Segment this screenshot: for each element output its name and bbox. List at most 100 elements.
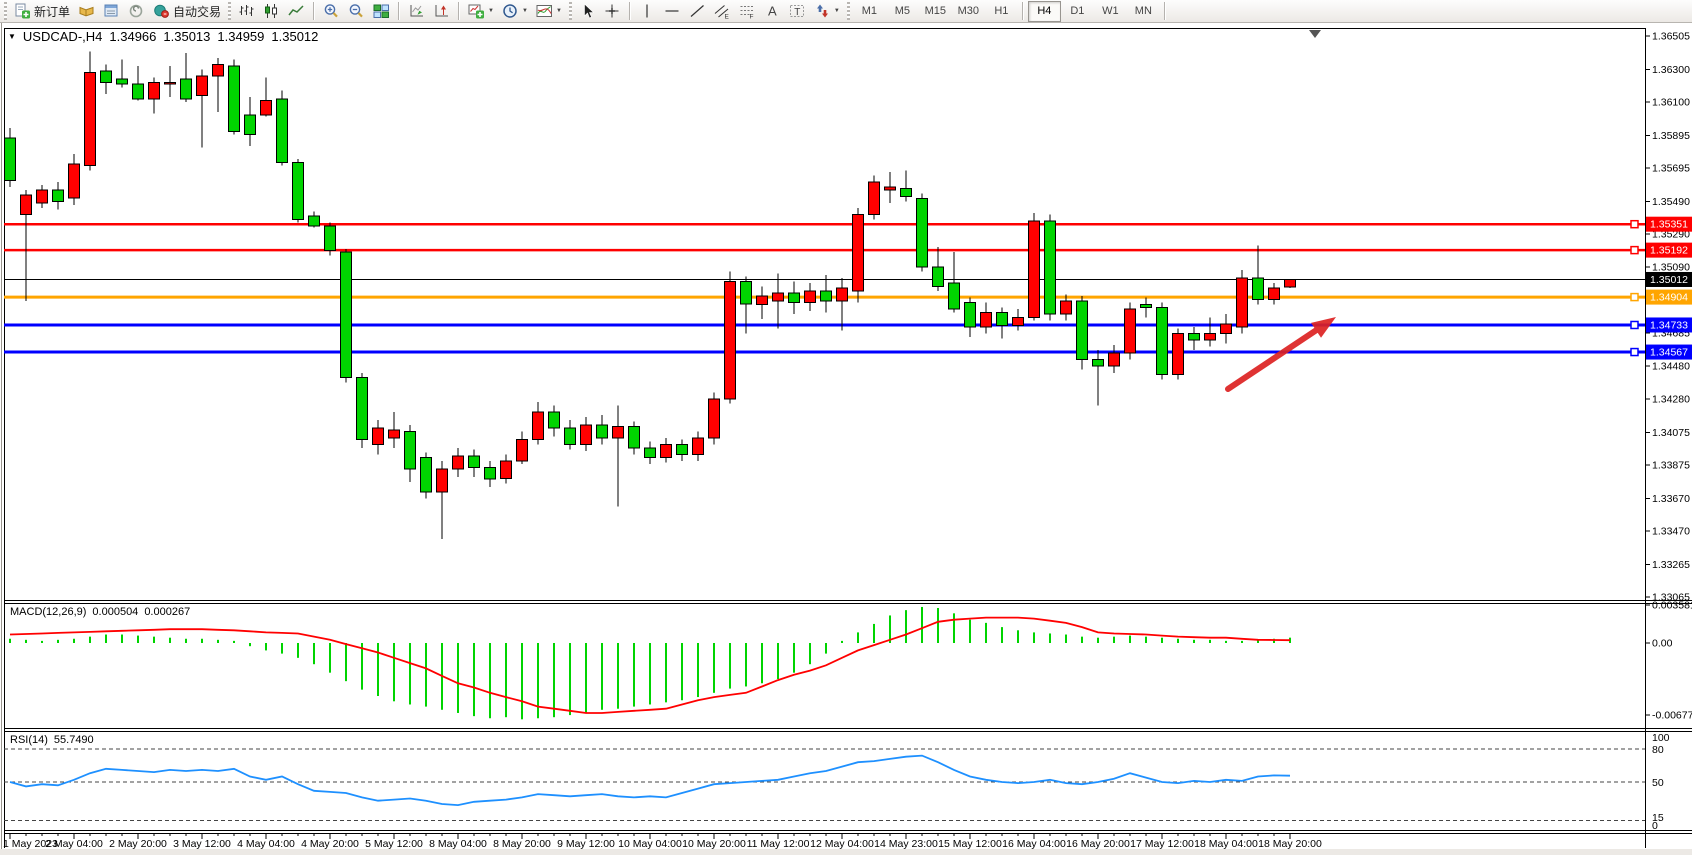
rsi-value: 55.7490 <box>54 734 94 746</box>
autotrading-icon <box>153 3 170 19</box>
cursor-icon <box>579 3 596 19</box>
cursor-button[interactable] <box>575 1 600 22</box>
zoom-in-icon <box>323 3 340 19</box>
toolbar-grip[interactable] <box>228 2 231 20</box>
text-button[interactable]: A <box>760 1 785 22</box>
timeframe-button-mn[interactable]: MN <box>1127 1 1160 22</box>
fibonacci-button[interactable]: F <box>735 1 760 22</box>
svg-text:4 May 04:00: 4 May 04:00 <box>237 838 295 850</box>
svg-text:11 May 12:00: 11 May 12:00 <box>747 838 810 850</box>
new-order-icon <box>14 3 31 19</box>
hline-handle[interactable] <box>1631 247 1638 254</box>
svg-text:0.00: 0.00 <box>1652 638 1673 650</box>
periods-button[interactable]: ▼ <box>498 1 532 22</box>
svg-text:10 May 20:00: 10 May 20:00 <box>682 838 746 850</box>
timeframe-button-m15[interactable]: M15 <box>919 1 952 22</box>
equidistant-channel-button[interactable]: E <box>710 1 735 22</box>
new-order-button[interactable]: 新订单 <box>10 1 74 22</box>
crosshair-icon <box>604 3 621 19</box>
svg-text:T: T <box>794 7 800 18</box>
svg-text:8 May 20:00: 8 May 20:00 <box>493 838 551 850</box>
indicators-icon <box>536 3 553 19</box>
timeframe-button-w1[interactable]: W1 <box>1094 1 1127 22</box>
indicators-button[interactable]: ▼ <box>532 1 566 22</box>
line-chart-button[interactable] <box>284 1 309 22</box>
svg-text:14 May 23:00: 14 May 23:00 <box>874 838 938 850</box>
hline-icon <box>664 3 681 19</box>
bar-chart-button[interactable] <box>234 1 259 22</box>
data-window-button[interactable] <box>99 1 124 22</box>
new-chart-icon <box>468 3 485 19</box>
hline-handle[interactable] <box>1631 294 1638 301</box>
toolbar-separator <box>1164 2 1166 20</box>
ohlc-close: 1.35012 <box>271 29 318 44</box>
crosshair-button[interactable] <box>600 1 625 22</box>
svg-text:E: E <box>724 14 729 20</box>
svg-text:3 May 12:00: 3 May 12:00 <box>173 838 231 850</box>
text-label-button[interactable]: T <box>785 1 810 22</box>
chart-shift-button[interactable] <box>429 1 454 22</box>
chevron-down-icon[interactable]: ▼ <box>556 8 562 14</box>
candlestick-icon <box>263 3 280 19</box>
rsi-name: RSI(14) <box>10 734 48 746</box>
macd-value-main: 0.000504 <box>92 606 138 618</box>
timeframe-button-d1[interactable]: D1 <box>1061 1 1094 22</box>
text-label-icon: T <box>789 3 806 19</box>
new-chart-button[interactable]: ▼ <box>464 1 498 22</box>
autotrading-button[interactable]: 自动交易 <box>149 1 225 22</box>
toolbar-grip[interactable] <box>4 2 7 20</box>
arrows-button[interactable]: ▼ <box>810 1 844 22</box>
svg-text:-0.006775: -0.006775 <box>1652 709 1692 721</box>
timeframe-button-m5[interactable]: M5 <box>886 1 919 22</box>
svg-text:1.34567: 1.34567 <box>1650 347 1688 359</box>
vertical-line-button[interactable] <box>635 1 660 22</box>
zoom-in-button[interactable] <box>319 1 344 22</box>
hline-handle[interactable] <box>1631 221 1638 228</box>
chevron-down-icon[interactable]: ▼ <box>488 8 494 14</box>
trendline-button[interactable] <box>685 1 710 22</box>
macd-name: MACD(12,26,9) <box>10 606 86 618</box>
svg-text:1.34904: 1.34904 <box>1650 292 1688 304</box>
svg-text:1.35192: 1.35192 <box>1650 245 1688 257</box>
toolbar-separator <box>629 2 631 20</box>
ohlc-low: 1.34959 <box>217 29 264 44</box>
svg-text:1.35695: 1.35695 <box>1652 163 1690 175</box>
svg-text:12 May 04:00: 12 May 04:00 <box>810 838 874 850</box>
svg-text:18 May 20:00: 18 May 20:00 <box>1258 838 1322 850</box>
svg-text:1.33875: 1.33875 <box>1652 459 1690 471</box>
auto-scroll-icon <box>408 3 425 19</box>
autotrading-button-label: 自动交易 <box>173 3 221 20</box>
hline-handle[interactable] <box>1631 349 1638 356</box>
chevron-down-icon[interactable]: ▼ <box>522 8 528 14</box>
chevron-down-icon[interactable]: ▼ <box>834 8 840 14</box>
timeframe-button-h4[interactable]: H4 <box>1028 1 1061 22</box>
horizontal-line-button[interactable] <box>660 1 685 22</box>
svg-text:1.34280: 1.34280 <box>1652 393 1690 405</box>
navigator-button[interactable] <box>124 1 149 22</box>
svg-text:1.34075: 1.34075 <box>1652 427 1690 439</box>
timeframe-button-m30[interactable]: M30 <box>952 1 985 22</box>
vline-icon <box>639 3 656 19</box>
toolbar-separator <box>398 2 400 20</box>
toolbar-grip[interactable] <box>569 2 572 20</box>
svg-text:A: A <box>768 4 777 19</box>
svg-text:2 May 20:00: 2 May 20:00 <box>109 838 167 850</box>
tile-windows-button[interactable] <box>369 1 394 22</box>
svg-text:F: F <box>749 14 753 20</box>
data-window-icon <box>103 3 120 19</box>
bar-chart-icon <box>238 3 255 19</box>
one-click-trading-icon[interactable]: ▼ <box>8 32 16 41</box>
svg-text:1.36505: 1.36505 <box>1652 31 1690 43</box>
svg-text:1.36100: 1.36100 <box>1652 97 1690 109</box>
timeframe-button-m1[interactable]: M1 <box>853 1 886 22</box>
market-watch-button[interactable] <box>74 1 99 22</box>
auto-scroll-button[interactable] <box>404 1 429 22</box>
toolbar-separator <box>1022 2 1024 20</box>
timeframe-button-h1[interactable]: H1 <box>985 1 1018 22</box>
hline-handle[interactable] <box>1631 321 1638 328</box>
candlestick-button[interactable] <box>259 1 284 22</box>
toolbar-grip[interactable] <box>847 2 850 20</box>
ohlc-high: 1.35013 <box>163 29 210 44</box>
zoom-out-button[interactable] <box>344 1 369 22</box>
svg-text:1.35490: 1.35490 <box>1652 196 1690 208</box>
